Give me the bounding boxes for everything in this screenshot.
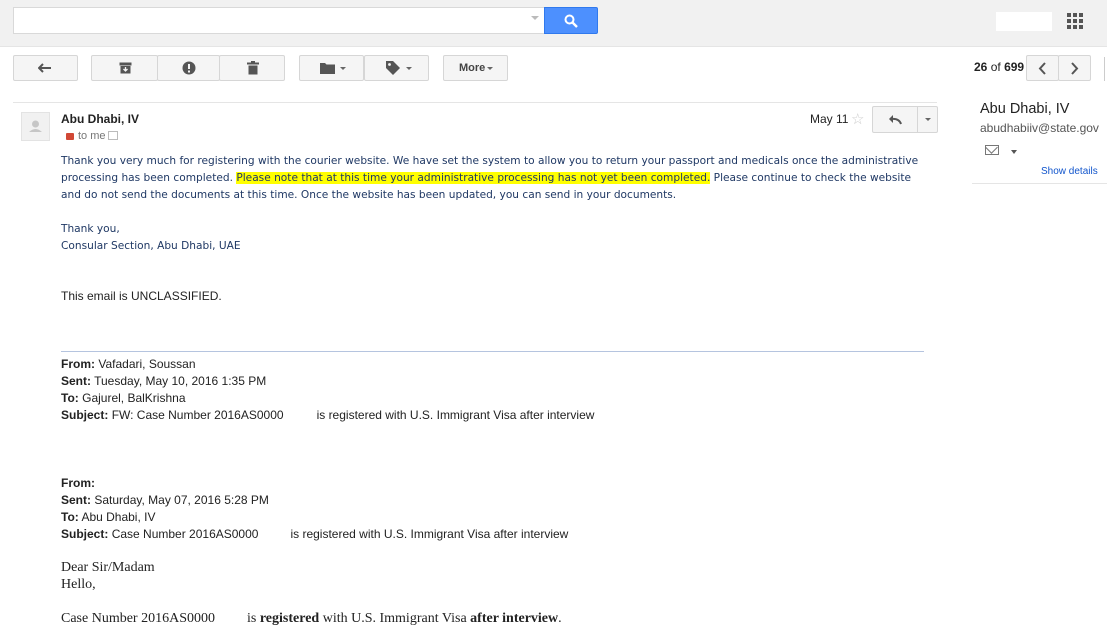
back-button[interactable] [13,55,78,81]
forward1-sent: Sent: Tuesday, May 10, 2016 1:35 PM [61,374,267,388]
body-highlight: Please note that at this time your admin… [236,172,711,184]
more-reply-options-chevron-icon[interactable] [925,118,931,121]
contact-email[interactable]: abudhabiiv@state.gov [980,121,1099,135]
lock-icon [66,133,74,140]
forward1-to: To: Gajurel, BalKrishna [61,391,186,405]
trash-icon [247,61,259,75]
search-input[interactable] [13,7,545,34]
forward-divider [61,351,924,352]
forward1-from: From: Vafadari, Soussan [61,357,196,371]
search-button[interactable] [544,7,598,34]
archive-icon [119,62,132,74]
chevron-left-icon [1038,62,1046,75]
forward2-sent: Sent: Saturday, May 07, 2016 5:28 PM [61,493,269,507]
email-envelope-icon[interactable] [985,145,999,155]
move-to-button[interactable] [299,55,364,81]
report-spam-button[interactable] [157,55,220,81]
recipient-details-dropdown-icon[interactable] [107,131,118,140]
search-icon [564,14,578,28]
reply-icon [889,115,902,125]
sign-off: Thank you, [61,223,120,235]
message-top-divider [13,102,937,103]
back-arrow-icon [38,63,51,73]
forward2-to: To: Abu Dhabi, IV [61,510,156,524]
contact-name: Abu Dhabi, IV [980,101,1070,117]
contact-panel-divider [972,183,1107,184]
forward1-subject: Subject: FW: Case Number 2016AS0000 is re… [61,408,595,422]
greeting: Hello, [61,577,96,592]
labels-button[interactable] [364,55,429,81]
apps-grid-icon[interactable] [1067,13,1084,30]
more-button[interactable]: More [443,55,508,81]
message-date: May 11 [810,112,849,126]
label-tag-icon [386,61,400,75]
signature: Consular Section, Abu Dhabi, UAE [61,240,241,252]
search-options-caret-icon[interactable] [531,16,539,20]
pager-current: 26 [974,60,988,74]
sender-name[interactable]: Abu Dhabi, IV [61,112,139,126]
folder-icon [320,63,335,74]
pager-total: 699 [1004,60,1025,74]
star-icon[interactable]: ☆ [851,110,864,128]
recipient-label: to me [78,130,106,142]
more-button-label: More [459,62,486,74]
chevron-down-icon [406,67,412,70]
classification-notice: This email is UNCLASSIFIED. [61,289,222,303]
toolbar-edge-divider [1104,57,1105,81]
reply-button[interactable] [872,106,938,133]
avatar[interactable] [21,112,50,141]
newer-button[interactable] [1026,55,1059,81]
show-details-link[interactable]: Show details [1041,166,1098,177]
chevron-down-icon [487,67,493,70]
archive-button[interactable] [91,55,158,81]
chevron-down-icon [340,67,346,70]
message-body-paragraph: Thank you very much for registering with… [61,153,931,204]
account-area[interactable] [996,12,1052,31]
report-spam-icon [182,61,196,75]
pager-count: 26 of 699 [974,60,1024,74]
older-button[interactable] [1058,55,1091,81]
forward2-subject: Subject: Case Number 2016AS0000 is regist… [61,527,569,541]
case-statement: Case Number 2016AS0000 is registered with… [61,611,562,626]
delete-button[interactable] [219,55,285,81]
top-bar [0,0,1107,47]
person-icon [29,120,42,132]
forward2-from: From: [61,476,95,490]
pager-of: of [990,60,1001,74]
salutation: Dear Sir/Madam [61,560,155,575]
recipient-line: to me [66,130,118,142]
chevron-down-icon[interactable] [1011,150,1017,154]
chevron-right-icon [1071,62,1079,75]
reply-button-separator [917,107,918,132]
